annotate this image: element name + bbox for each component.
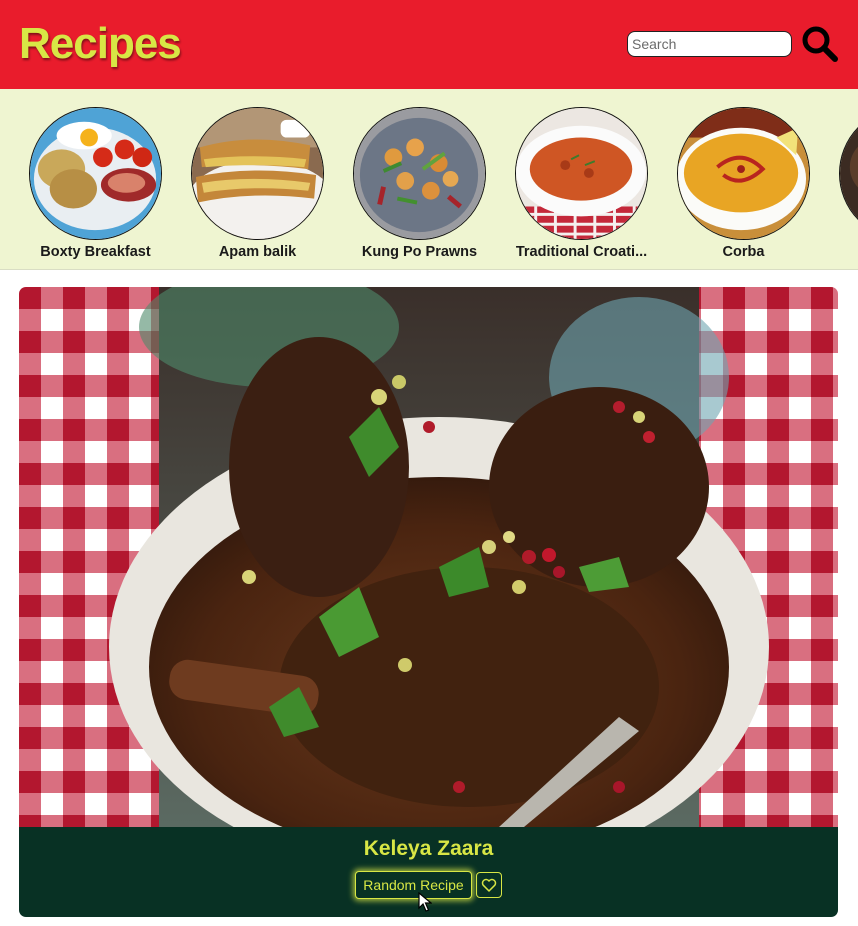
favorite-button[interactable]	[476, 872, 502, 898]
meal-item-partial[interactable]	[829, 107, 858, 267]
meal-item-boxty-breakfast[interactable]: Boxty Breakfast	[19, 107, 181, 267]
meal-item-label: Traditional Croati...	[515, 244, 648, 260]
meal-item-label: Boxty Breakfast	[40, 244, 151, 260]
meal-thumbnail	[29, 107, 162, 240]
meal-thumbnail	[191, 107, 324, 240]
meal-thumbnail	[353, 107, 486, 240]
meal-thumbnail	[515, 107, 648, 240]
meal-item-traditional-croatian[interactable]: Traditional Croati...	[505, 107, 667, 267]
meal-thumbnail	[839, 107, 858, 240]
app-title: Recipes	[19, 19, 182, 68]
meal-item-apam-balik[interactable]: Apam balik	[181, 107, 343, 267]
featured-recipe-card: Keleya Zaara Random Recipe	[19, 287, 838, 917]
meal-item-corba[interactable]: Corba	[667, 107, 829, 267]
top-bar: Recipes	[0, 0, 858, 89]
meal-item-label: Apam balik	[218, 244, 297, 260]
random-recipe-button[interactable]: Random Recipe	[355, 871, 472, 899]
meal-thumbnail	[677, 107, 810, 240]
meal-name: Keleya Zaara	[363, 837, 494, 860]
heart-icon	[481, 878, 497, 892]
meal-image[interactable]	[19, 287, 838, 827]
meal-item-kung-po-prawns[interactable]: Kung Po Prawns	[343, 107, 505, 267]
meal-carousel: Boxty Breakfast Apam balik Kung Po Prawn…	[0, 89, 858, 270]
meal-item-label: Kung Po Prawns	[361, 244, 478, 260]
search-button[interactable]	[801, 25, 839, 63]
meal-item-label: Corba	[722, 244, 765, 260]
search-input[interactable]	[627, 31, 792, 57]
recipe-footer: Keleya Zaara Random Recipe	[19, 827, 838, 917]
search-icon	[802, 26, 838, 62]
